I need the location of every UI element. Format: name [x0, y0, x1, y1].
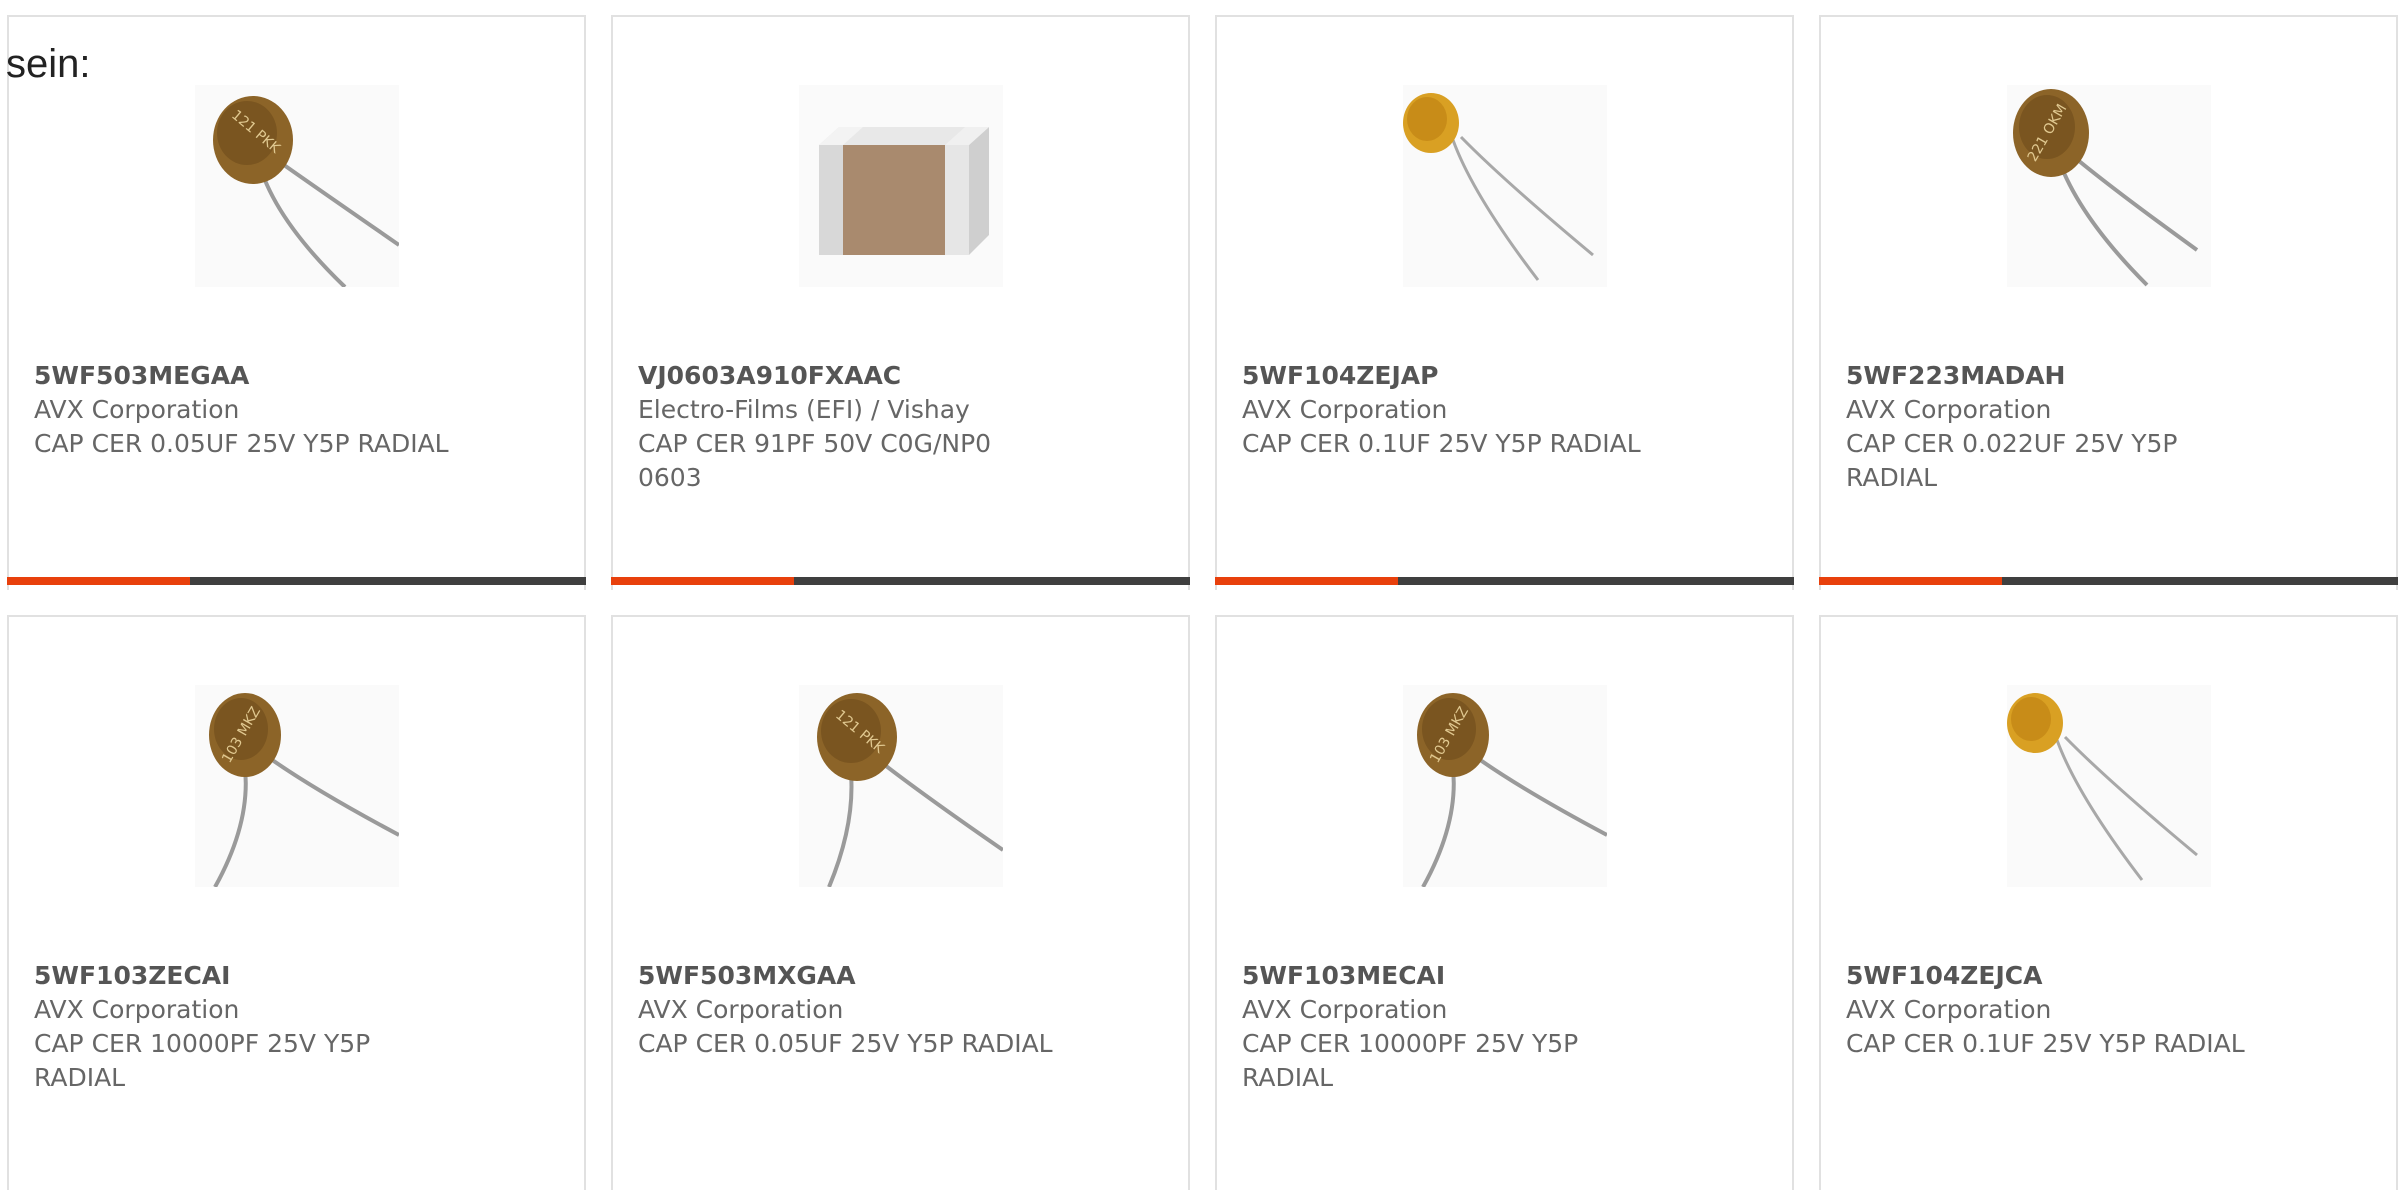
brown-disc-capacitor-icon: 103 MKZ [195, 685, 399, 887]
product-card[interactable]: 121 PKK 5WF503MEGAA AVX Corporation CAP … [7, 15, 586, 590]
manufacturer: AVX Corporation [638, 995, 844, 1024]
part-number[interactable]: 5WF103MECAI [1242, 959, 1445, 993]
description: CAP CER 0.05UF 25V Y5P RADIAL [34, 429, 449, 458]
product-card[interactable]: 5WF104ZEJCA AVX Corporation CAP CER 0.1U… [1819, 615, 2398, 1190]
manufacturer: Electro-Films (EFI) / Vishay [638, 395, 970, 424]
card-bar [611, 577, 1190, 585]
part-number[interactable]: 5WF103ZECAI [34, 959, 230, 993]
card-bar-accent [7, 577, 190, 585]
part-number[interactable]: VJ0603A910FXAAC [638, 359, 901, 393]
part-number[interactable]: 5WF223MADAH [1846, 359, 2065, 393]
brown-disc-capacitor-icon: 103 MKZ [1403, 685, 1607, 887]
yellow-disc-capacitor-icon [1403, 85, 1607, 287]
description: CAP CER 0.022UF 25V Y5P RADIAL [1846, 429, 2178, 492]
brown-disc-capacitor-icon: 221 OKM [2007, 85, 2211, 287]
product-card[interactable]: 221 OKM 5WF223MADAH AVX Corporation CAP … [1819, 15, 2398, 590]
product-card[interactable]: VJ0603A910FXAAC Electro-Films (EFI) / Vi… [611, 15, 1190, 590]
manufacturer: AVX Corporation [1846, 395, 2052, 424]
brown-disc-capacitor-icon: 121 PKK [195, 85, 399, 287]
description: CAP CER 91PF 50V C0G/NP0 0603 [638, 429, 992, 492]
manufacturer: AVX Corporation [1242, 395, 1448, 424]
manufacturer: AVX Corporation [1242, 995, 1448, 1024]
product-grid: 121 PKK 5WF503MEGAA AVX Corporation CAP … [7, 15, 2398, 1190]
smd-chip-capacitor-icon [799, 85, 1003, 287]
intro-text: sein: [6, 42, 91, 86]
description: CAP CER 0.05UF 25V Y5P RADIAL [638, 1029, 1053, 1058]
card-bar [1215, 577, 1794, 585]
manufacturer: AVX Corporation [34, 395, 240, 424]
description: CAP CER 0.1UF 25V Y5P RADIAL [1846, 1029, 2245, 1058]
card-bar-accent [611, 577, 794, 585]
description: CAP CER 10000PF 25V Y5P RADIAL [34, 1029, 371, 1092]
description: CAP CER 10000PF 25V Y5P RADIAL [1242, 1029, 1579, 1092]
part-number[interactable]: 5WF104ZEJCA [1846, 959, 2042, 993]
description: CAP CER 0.1UF 25V Y5P RADIAL [1242, 429, 1641, 458]
part-number[interactable]: 5WF503MXGAA [638, 959, 856, 993]
product-card[interactable]: 103 MKZ 5WF103ZECAI AVX Corporation CAP … [7, 615, 586, 1190]
product-card[interactable]: 5WF104ZEJAP AVX Corporation CAP CER 0.1U… [1215, 15, 1794, 590]
card-bar [7, 577, 586, 585]
yellow-disc-capacitor-icon [2007, 685, 2211, 887]
part-number[interactable]: 5WF503MEGAA [34, 359, 249, 393]
brown-disc-capacitor-icon: 121 PKK [799, 685, 1003, 887]
card-bar [1819, 577, 2398, 585]
manufacturer: AVX Corporation [34, 995, 240, 1024]
manufacturer: AVX Corporation [1846, 995, 2052, 1024]
product-card[interactable]: 103 MKZ 5WF103MECAI AVX Corporation CAP … [1215, 615, 1794, 1190]
part-number[interactable]: 5WF104ZEJAP [1242, 359, 1438, 393]
product-card[interactable]: 121 PKK 5WF503MXGAA AVX Corporation CAP … [611, 615, 1190, 1190]
card-bar-accent [1819, 577, 2002, 585]
card-bar-accent [1215, 577, 1398, 585]
